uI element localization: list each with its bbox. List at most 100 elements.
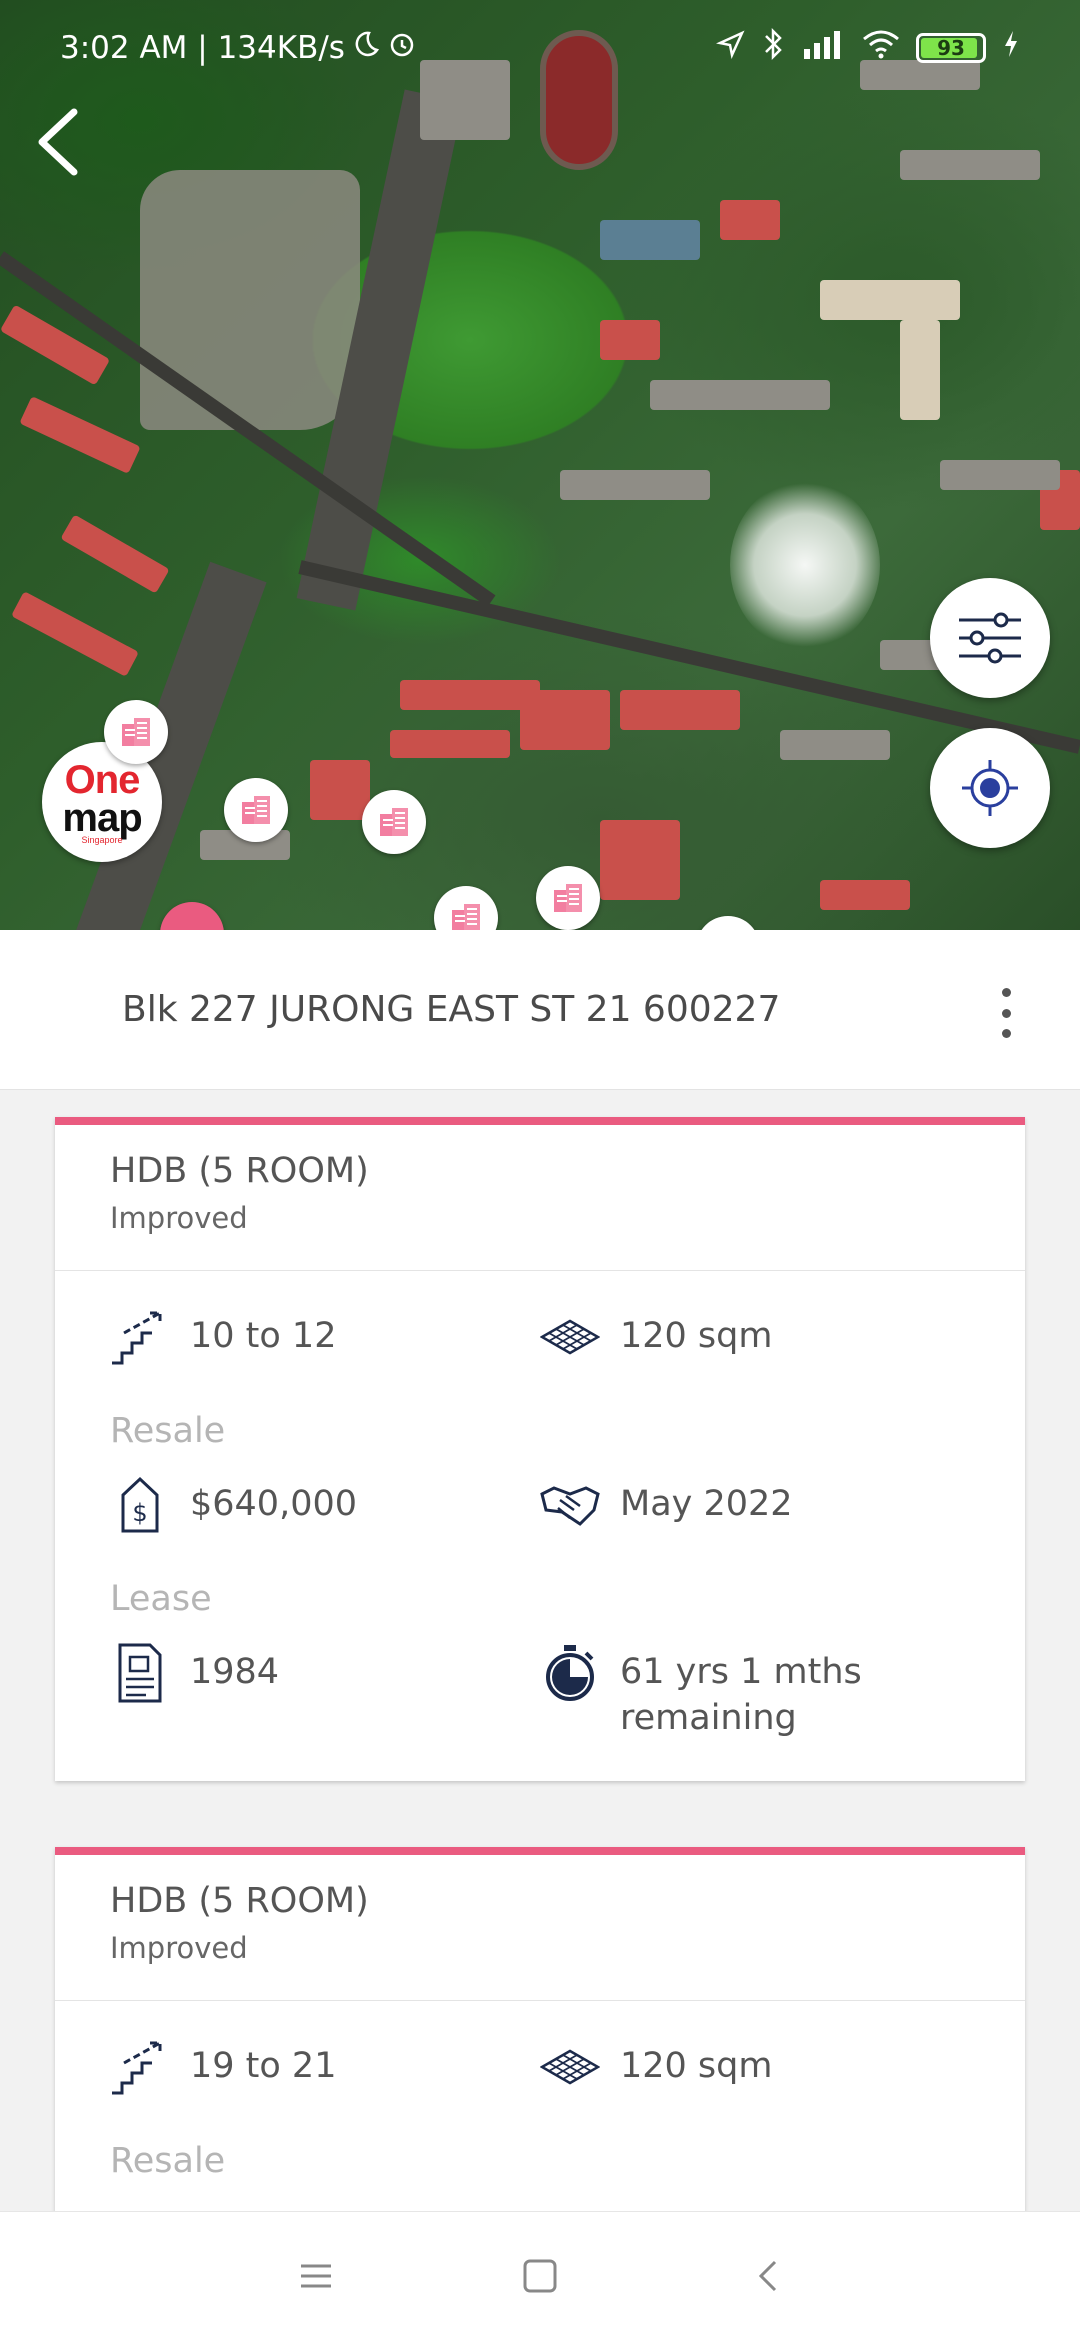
battery-icon: 93 (916, 33, 986, 63)
floor-area: 120 sqm (540, 2037, 772, 2097)
lease-document-icon (110, 1643, 170, 1703)
floor-area-value: 120 sqm (620, 1316, 773, 1356)
lease-remaining: 61 yrs 1 mths remaining (540, 1643, 862, 1741)
hdb-building-marker-icon (380, 808, 408, 836)
filter-sliders-icon (959, 612, 1021, 664)
hdb-marker[interactable] (362, 790, 426, 854)
status-time-speed: 3:02 AM | 134KB/s (60, 30, 345, 66)
alarm-icon (387, 29, 417, 67)
my-location-button[interactable] (930, 728, 1050, 848)
resale-date: May 2022 (540, 1475, 793, 1535)
storey-range: 10 to 12 (110, 1307, 336, 1367)
filter-button[interactable] (930, 578, 1050, 698)
resale-price: $ $640,000 (110, 1475, 357, 1535)
price-tag-icon: $ (110, 1475, 170, 1535)
more-options-button[interactable] (994, 988, 1018, 1038)
svg-text:$: $ (132, 1499, 147, 1527)
signal-icon (802, 29, 846, 67)
bluetooth-icon (762, 27, 786, 69)
map-building (11, 591, 139, 677)
hdb-building-marker-icon (554, 884, 582, 912)
lease-remaining-line2: remaining (620, 1698, 797, 1738)
onemap-logo-one: One (64, 757, 141, 802)
map-cloud (730, 480, 880, 650)
address-title: Blk 227 JURONG EAST ST 21 600227 (122, 989, 781, 1030)
lease-label: Lease (110, 1579, 212, 1619)
map-building (780, 730, 890, 760)
map-building (19, 396, 141, 474)
charging-icon (1002, 29, 1020, 67)
map-building (940, 460, 1060, 490)
storey-range-value: 10 to 12 (190, 1316, 337, 1356)
satellite-map[interactable] (0, 0, 1080, 930)
recents-button[interactable] (286, 2246, 346, 2306)
hdb-marker[interactable] (224, 778, 288, 842)
map-building (820, 880, 910, 910)
floor-area-icon (540, 2037, 600, 2097)
nav-back-button[interactable] (738, 2246, 798, 2306)
handshake-icon (540, 1475, 600, 1535)
home-square-icon (523, 2259, 557, 2293)
map-building (400, 680, 540, 710)
onemap-logo-map: map (62, 795, 142, 840)
storey-range-value: 19 to 21 (190, 2046, 337, 2086)
transaction-card: HDB (5 ROOM) Improved 10 to 12 120 sqm R… (55, 1117, 1025, 1781)
address-bar: Blk 227 JURONG EAST ST 21 600227 (0, 930, 1080, 1090)
flat-type: HDB (5 ROOM) (110, 1881, 369, 1921)
hdb-marker[interactable] (536, 866, 600, 930)
storey-range: 19 to 21 (110, 2037, 336, 2097)
map-building (600, 820, 680, 900)
menu-lines-icon (301, 2264, 331, 2288)
floor-area: 120 sqm (540, 1307, 772, 1367)
hdb-building-marker-icon (242, 796, 270, 824)
map-building (600, 320, 660, 360)
more-vert-icon (1001, 988, 1011, 997)
flat-type: HDB (5 ROOM) (110, 1151, 369, 1191)
stairs-icon (110, 1307, 170, 1367)
card-header: HDB (5 ROOM) Improved (55, 1855, 1025, 2001)
nav-back-chevron-icon (758, 2260, 777, 2292)
home-button[interactable] (510, 2246, 570, 2306)
resale-label: Resale (110, 2141, 226, 2181)
system-nav-bar (0, 2211, 1080, 2340)
map-building (560, 470, 710, 500)
map-building (620, 690, 740, 730)
map-building (720, 200, 780, 240)
map-carpark-area (140, 170, 360, 430)
map-building (900, 150, 1040, 180)
resale-price-value: $640,000 (190, 1484, 358, 1524)
floor-area-icon (540, 1307, 600, 1367)
map-building (520, 690, 610, 750)
stopwatch-icon (540, 1643, 600, 1703)
my-location-icon (962, 760, 1018, 816)
hdb-marker[interactable] (104, 700, 168, 764)
stairs-icon (110, 2037, 170, 2097)
floor-area-value: 120 sqm (620, 2046, 773, 2086)
resale-date-value: May 2022 (620, 1484, 793, 1524)
resale-label: Resale (110, 1411, 226, 1451)
transaction-card: HDB (5 ROOM) Improved 19 to 21 120 sqm R… (55, 1847, 1025, 2211)
flat-model: Improved (110, 1201, 248, 1235)
battery-level: 93 (937, 36, 965, 60)
transaction-list[interactable]: HDB (5 ROOM) Improved 10 to 12 120 sqm R… (0, 1091, 1080, 2211)
lease-remaining-line1: 61 yrs 1 mths (620, 1652, 862, 1692)
onemap-logo-country: Singapore (81, 834, 123, 845)
card-header: HDB (5 ROOM) Improved (55, 1125, 1025, 1271)
map-building (650, 380, 830, 410)
wifi-icon (862, 29, 900, 67)
map-building (900, 320, 940, 420)
lease-year-value: 1984 (190, 1652, 280, 1692)
lease-remaining-value: 61 yrs 1 mths remaining (620, 1649, 862, 1741)
back-arrow-icon (38, 108, 78, 176)
location-icon (715, 29, 746, 67)
map-building (820, 280, 960, 320)
lease-commence: 1984 (110, 1643, 279, 1703)
hdb-building-marker-icon (122, 718, 150, 746)
status-bar: 3:02 AM | 134KB/s 93 (0, 0, 1080, 96)
flat-model: Improved (110, 1931, 248, 1965)
map-building (390, 730, 510, 758)
moon-icon (351, 29, 381, 67)
map-building (600, 220, 700, 260)
back-button[interactable] (30, 100, 100, 180)
map-building (60, 514, 170, 594)
